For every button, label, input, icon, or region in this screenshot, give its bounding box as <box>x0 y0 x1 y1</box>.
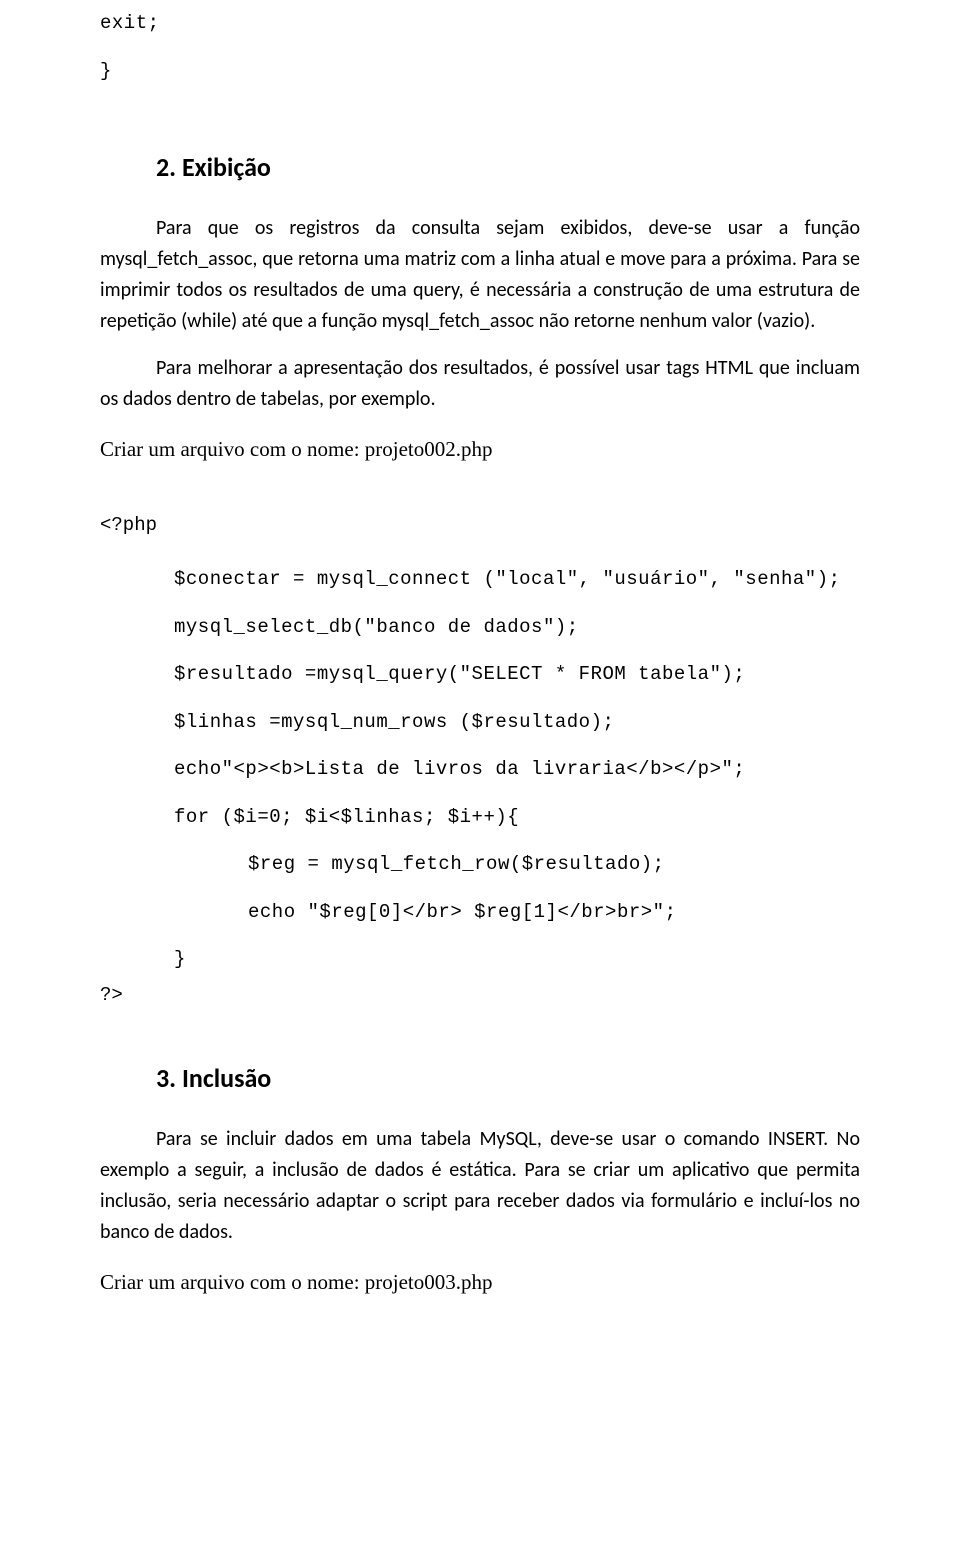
section-3-paragraph-1: Para se incluir dados em uma tabela MySQ… <box>100 1124 860 1248</box>
code-line: for ($i=0; $i<$linhas; $i++){ <box>174 794 860 842</box>
code-line: echo"<p><b>Lista de livros da livraria</… <box>174 746 860 794</box>
section-2-heading: 2. Exibição <box>156 151 860 183</box>
code-line-exit: exit; } <box>100 0 860 95</box>
code-text: } <box>100 48 860 96</box>
section-3-heading: 3. Inclusão <box>156 1062 860 1094</box>
code-line: echo "$reg[0]</br> $reg[1]</br>br>"; <box>248 889 860 937</box>
code-line: $resultado =mysql_query("SELECT * FROM t… <box>174 651 860 699</box>
code-line: $conectar = mysql_connect ("local", "usu… <box>174 556 860 604</box>
code-line: $reg = mysql_fetch_row($resultado); <box>248 841 860 889</box>
php-close-tag: ?> <box>100 984 860 1006</box>
filename-projeto003: Criar um arquivo com o nome: projeto003.… <box>100 1270 860 1295</box>
filename-projeto002: Criar um arquivo com o nome: projeto002.… <box>100 437 860 462</box>
code-line: $linhas =mysql_num_rows ($resultado); <box>174 699 860 747</box>
code-text: exit; <box>100 0 860 48</box>
code-block-projeto002: $conectar = mysql_connect ("local", "usu… <box>174 556 860 984</box>
section-2-paragraph-2: Para melhorar a apresentação dos resulta… <box>100 353 860 415</box>
code-line: } <box>174 936 860 984</box>
section-2-paragraph-1: Para que os registros da consulta sejam … <box>100 213 860 337</box>
code-line: mysql_select_db("banco de dados"); <box>174 604 860 652</box>
php-open-tag: <?php <box>100 514 860 536</box>
